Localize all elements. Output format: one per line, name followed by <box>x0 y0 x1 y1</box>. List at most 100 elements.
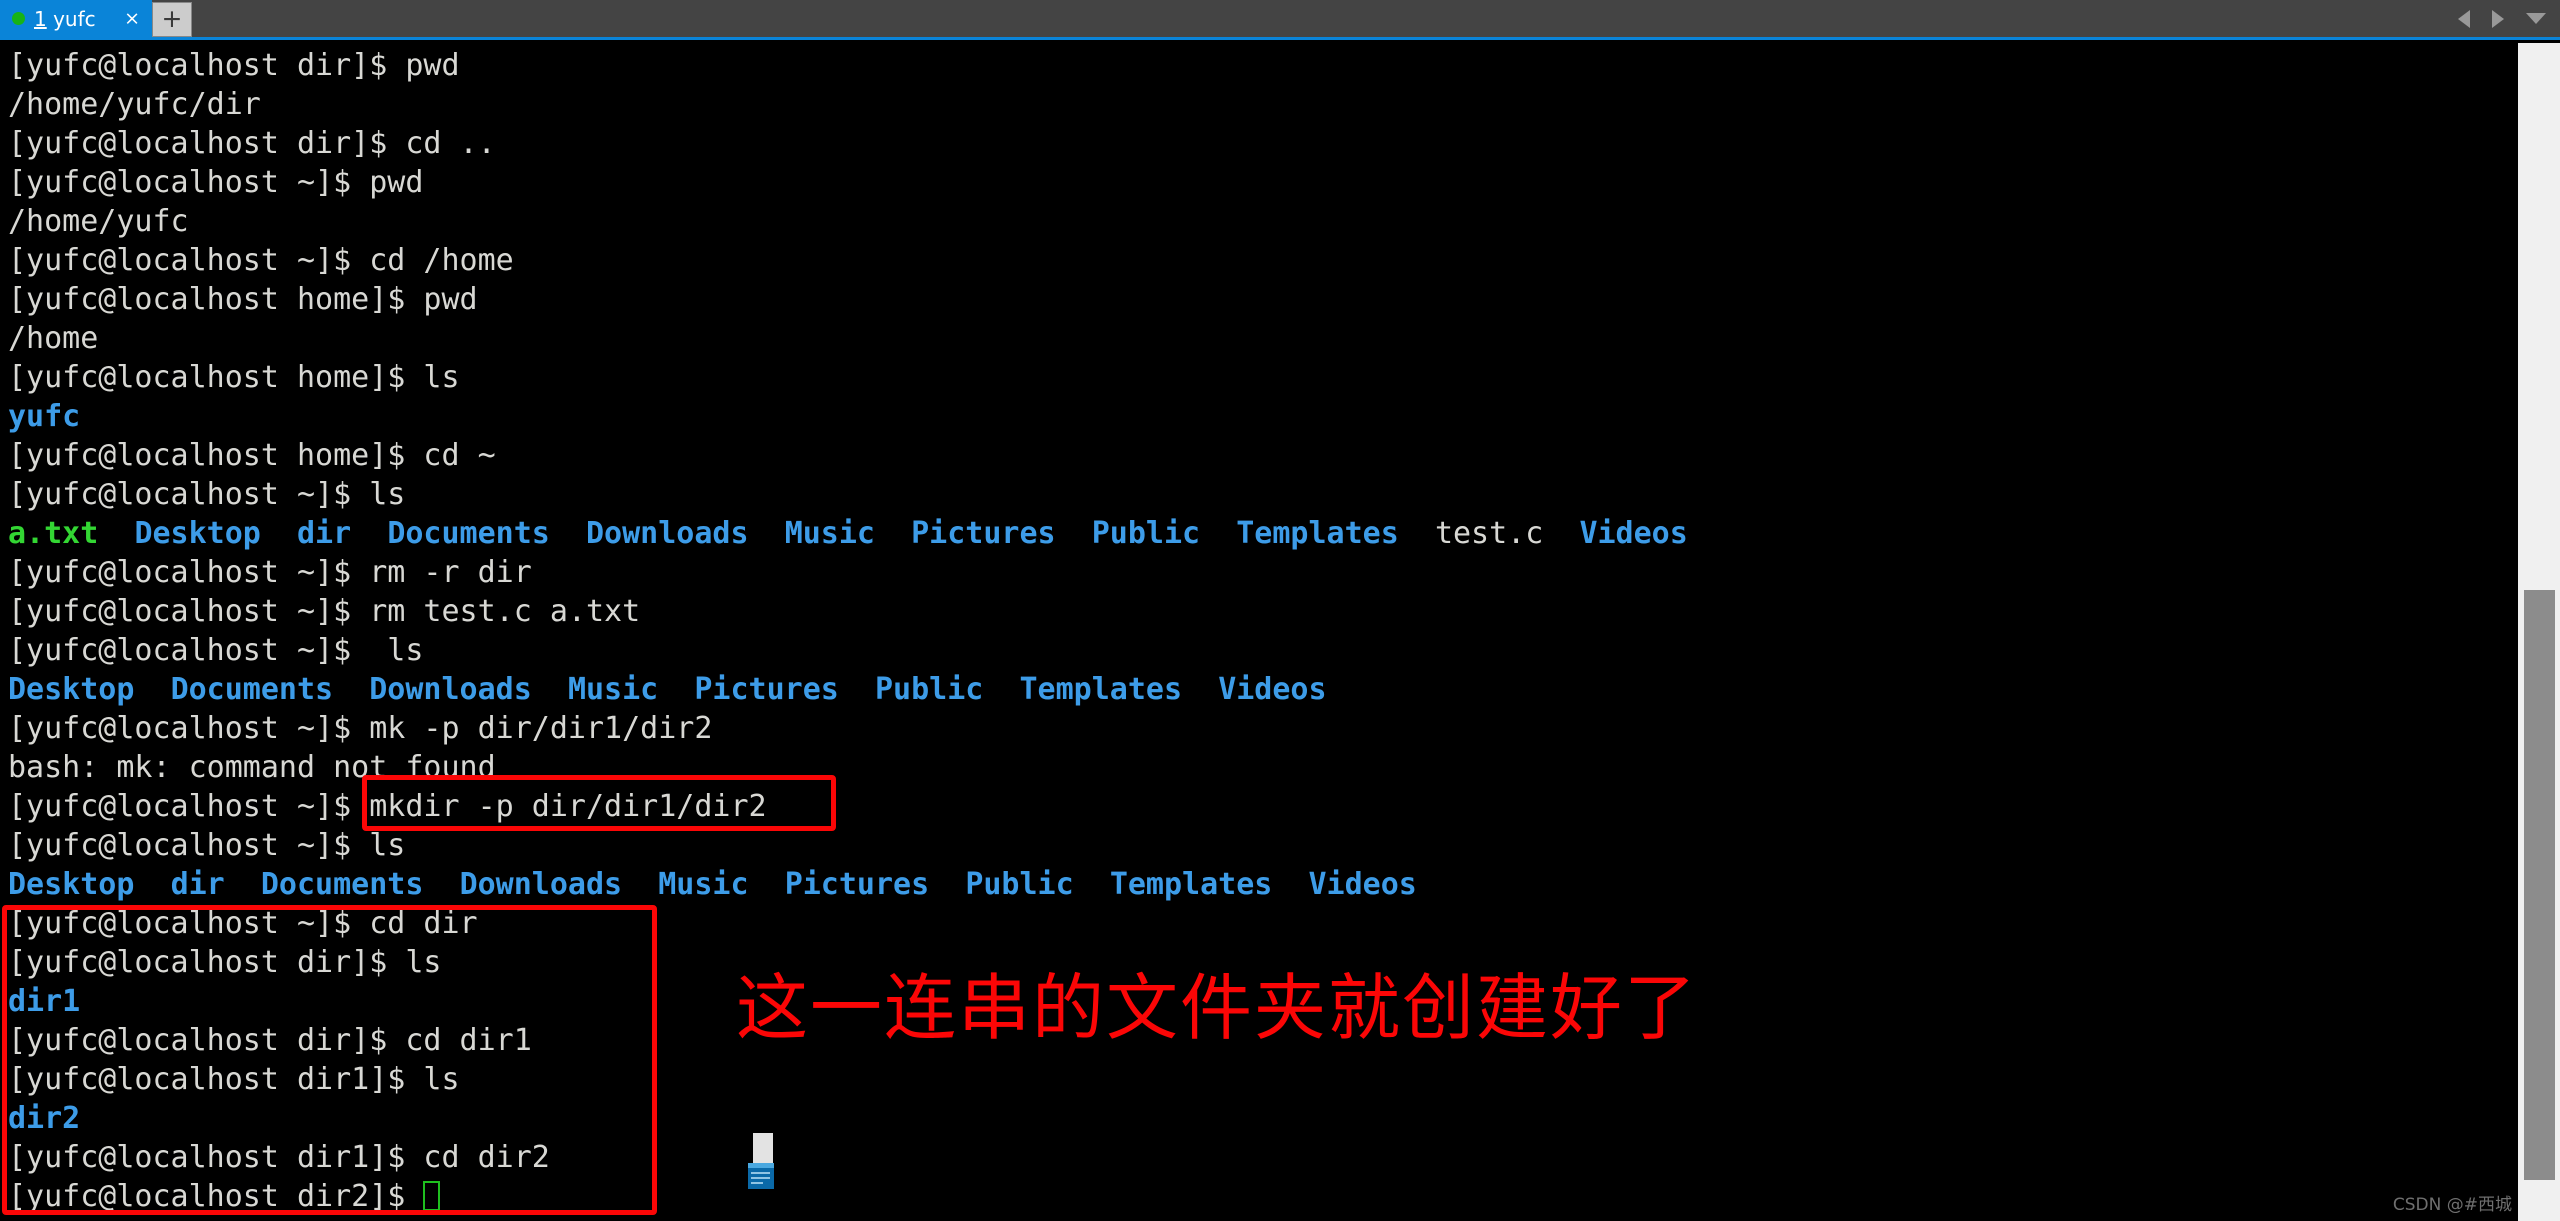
terminal-text: Videos <box>1308 867 1417 902</box>
panel-line-2 <box>751 1177 770 1179</box>
terminal-text: bash: mk: command not found <box>8 750 496 785</box>
terminal-line: [yufc@localhost ~]$ rm -r dir <box>8 553 2508 592</box>
terminal-text: dir1 <box>8 984 81 1019</box>
terminal-text: Templates <box>1236 516 1399 551</box>
terminal-line: [yufc@localhost ~]$ pwd <box>8 163 2508 202</box>
terminal-text: [yufc@localhost ~]$ ls <box>8 477 406 512</box>
terminal-line: [yufc@localhost dir1]$ cd dir2 <box>8 1138 2508 1177</box>
terminal-text: Public <box>965 867 1074 902</box>
terminal-text: [yufc@localhost dir]$ pwd <box>8 48 460 83</box>
terminal-text: [yufc@localhost ~]$ cd dir <box>8 906 478 941</box>
terminal-line: [yufc@localhost ~]$ mk -p dir/dir1/dir2 <box>8 709 2508 748</box>
terminal-text: [yufc@localhost ~]$ rm test.c a.txt <box>8 594 641 629</box>
terminal-text: [yufc@localhost home]$ cd ~ <box>8 438 496 473</box>
terminal-text: Documents <box>170 672 334 707</box>
terminal-text: [yufc@localhost ~]$ mkdir -p dir/dir1/di… <box>8 789 767 824</box>
terminal-line: dir2 <box>8 1099 2508 1138</box>
vertical-scrollbar[interactable] <box>2518 43 2560 1221</box>
terminal-text: Pictures <box>784 867 930 902</box>
terminal-line: [yufc@localhost dir]$ cd .. <box>8 124 2508 163</box>
scrollbar-thumb[interactable] <box>2524 590 2555 1180</box>
terminal-line: [yufc@localhost ~]$ cd dir <box>8 904 2508 943</box>
terminal-text: Desktop <box>8 672 135 707</box>
panel-line-3 <box>751 1182 763 1184</box>
terminal-text: /home/yufc/dir <box>8 87 261 122</box>
terminal-window: 1 yufc × + [yufc@localhost dir]$ pwd/hom… <box>0 0 2560 1221</box>
terminal-text: Videos <box>1579 516 1688 551</box>
triangle-right-icon[interactable] <box>2492 9 2504 28</box>
terminal-text: [yufc@localhost dir]$ ls <box>8 945 442 980</box>
annotation-note-text: 这一连串的文件夹就创建好了 <box>736 966 1699 1050</box>
chevron-down-icon[interactable] <box>2526 13 2546 24</box>
terminal-text: [yufc@localhost dir]$ cd .. <box>8 126 496 161</box>
terminal-text: [yufc@localhost dir2]$ <box>8 1179 424 1214</box>
document-window-icon <box>748 1133 774 1189</box>
terminal-text: [yufc@localhost ~]$ cd /home <box>8 243 514 278</box>
terminal-text: [yufc@localhost ~]$ ls <box>8 828 406 863</box>
terminal-text: Documents <box>260 867 424 902</box>
terminal-text: dir2 <box>8 1101 81 1136</box>
terminal-line: [yufc@localhost ~]$ mkdir -p dir/dir1/di… <box>8 787 2508 826</box>
terminal-line: [yufc@localhost ~]$ ls <box>8 826 2508 865</box>
tab-yufc[interactable]: 1 yufc × <box>0 0 152 37</box>
terminal-text: Videos <box>1218 672 1327 707</box>
terminal-text: Music <box>658 867 749 902</box>
terminal-line: /home/yufc <box>8 202 2508 241</box>
tab-nav-controls <box>2458 0 2546 37</box>
terminal-line: yufc <box>8 397 2508 436</box>
terminal-line: [yufc@localhost home]$ cd ~ <box>8 436 2508 475</box>
terminal-line: [yufc@localhost ~]$ cd /home <box>8 241 2508 280</box>
terminal-text: dir <box>297 516 352 551</box>
terminal-text: Downloads <box>586 516 749 551</box>
terminal-text: Templates <box>1019 672 1183 707</box>
new-tab-button[interactable]: + <box>152 2 192 37</box>
triangle-left-icon[interactable] <box>2458 9 2470 28</box>
terminal-text: /home/yufc <box>8 204 189 239</box>
terminal-text: /home <box>8 321 99 356</box>
terminal-line: Desktop Documents Downloads Music Pictur… <box>8 670 2508 709</box>
terminal-text: Desktop <box>134 516 261 551</box>
terminal-line: [yufc@localhost ~]$ rm test.c a.txt <box>8 592 2508 631</box>
text-cursor <box>423 1181 441 1211</box>
tab-bar: 1 yufc × + <box>0 0 2560 40</box>
terminal-text: Public <box>1091 516 1201 551</box>
document-panel-shape <box>748 1163 774 1189</box>
terminal-line: [yufc@localhost home]$ ls <box>8 358 2508 397</box>
tab-status-dot-icon <box>12 12 25 25</box>
terminal-text: [yufc@localhost home]$ ls <box>8 360 460 395</box>
tab-title: yufc <box>53 6 96 31</box>
terminal-line: /home <box>8 319 2508 358</box>
terminal-text: Documents <box>387 516 550 551</box>
terminal-text: [yufc@localhost dir1]$ cd dir2 <box>8 1140 550 1175</box>
terminal-text: [yufc@localhost dir1]$ ls <box>8 1062 460 1097</box>
panel-titlebar-shape <box>748 1163 774 1168</box>
close-icon[interactable]: × <box>124 9 140 28</box>
terminal-line: Desktop dir Documents Downloads Music Pi… <box>8 865 2508 904</box>
tab-label: 1 yufc <box>34 9 96 29</box>
panel-line-1 <box>751 1172 770 1174</box>
terminal-line: [yufc@localhost ~]$ ls <box>8 631 2508 670</box>
tab-index: 1 <box>34 6 47 31</box>
terminal-line: /home/yufc/dir <box>8 85 2508 124</box>
